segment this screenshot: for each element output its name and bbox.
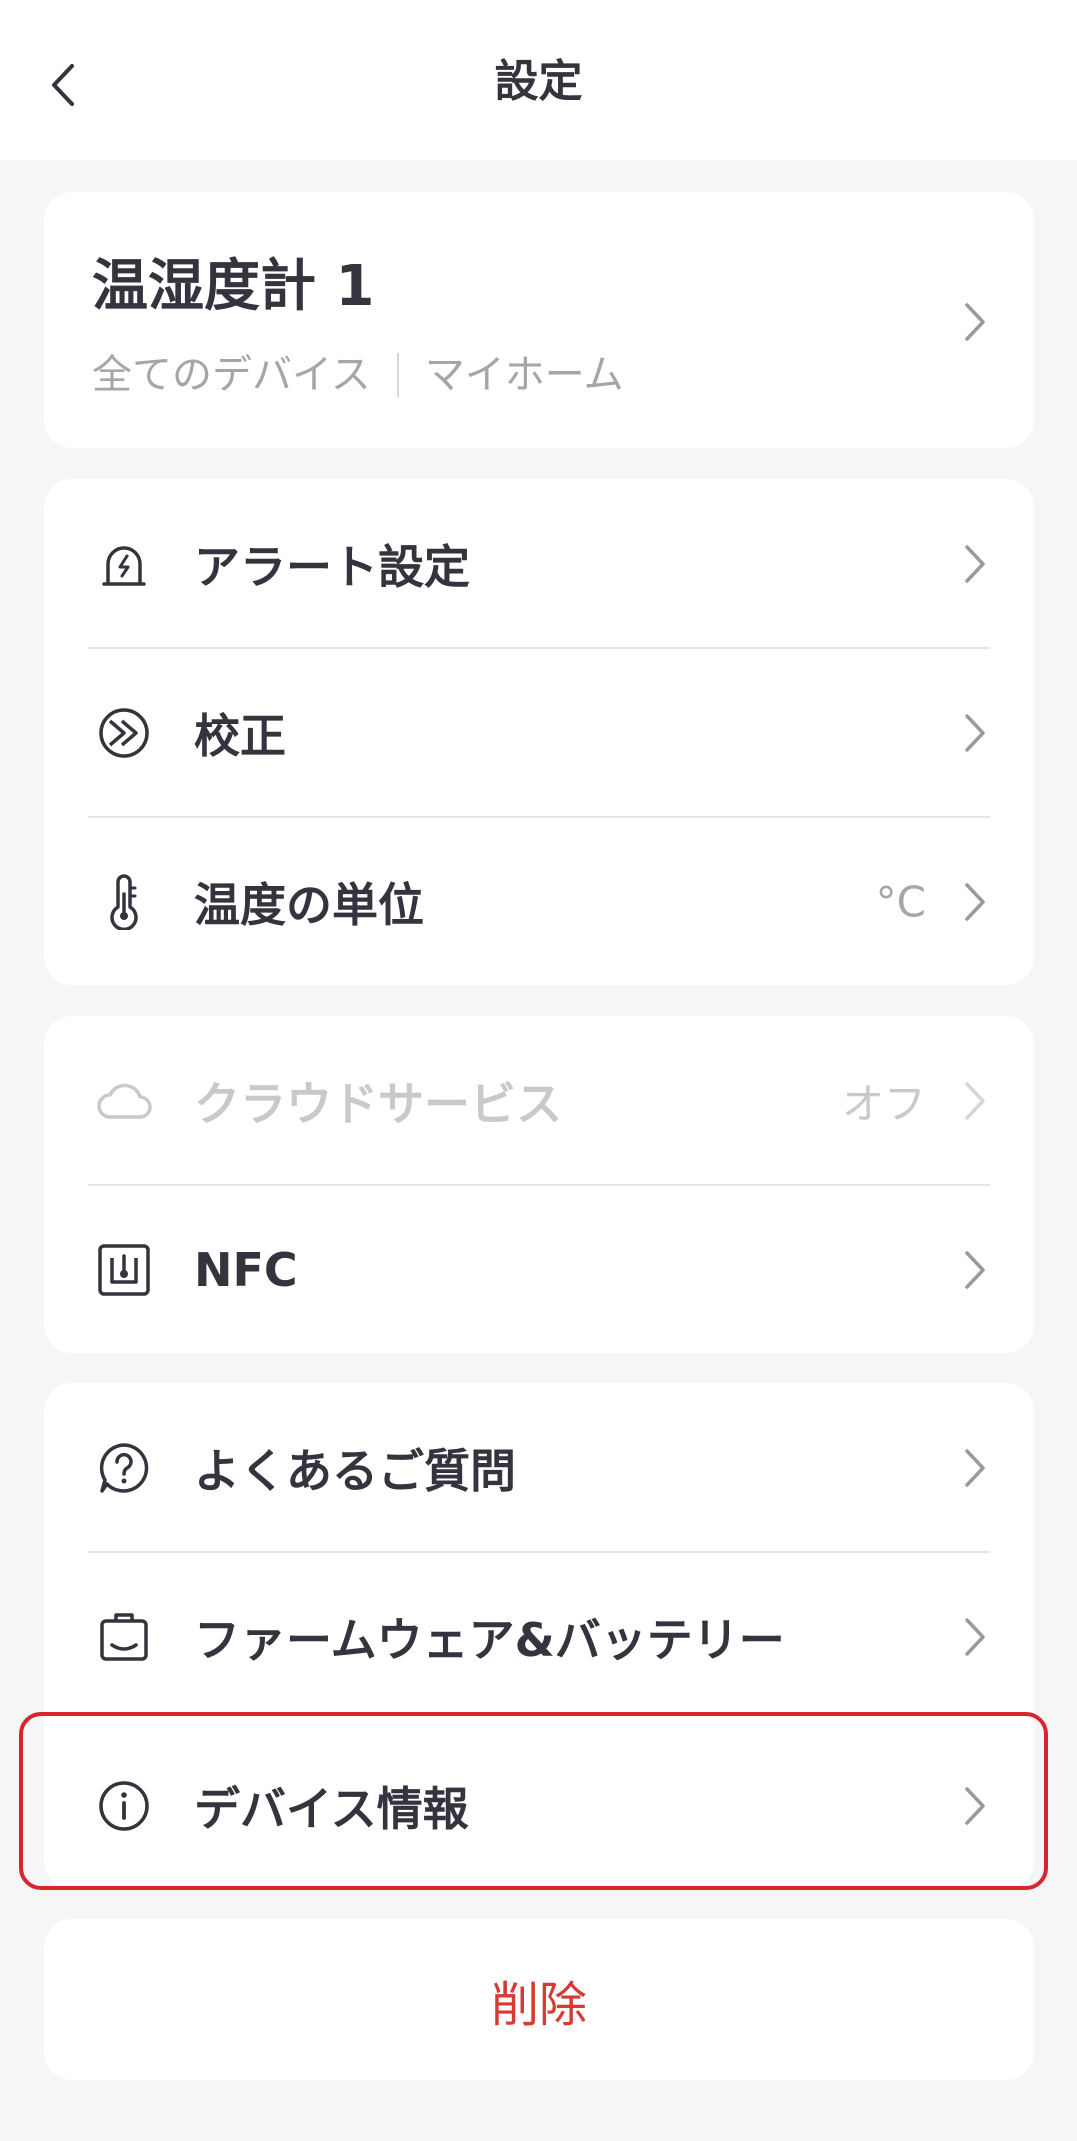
chevron-right-icon [960,1245,990,1295]
cloud-service-label: クラウドサービス [194,1076,562,1131]
cloud-service-row[interactable]: クラウドサービス オフ [44,1016,1034,1185]
highlight-box [19,1712,1048,1890]
calibration-row[interactable]: 校正 [44,648,1034,817]
device-card[interactable]: 温湿度計 1 全てのデバイス マイホーム [44,192,1034,448]
services-card: クラウドサービス オフ NFC [44,1016,1034,1353]
faq-row[interactable]: よくあるご質問 [44,1383,1034,1552]
device-home: マイホーム [424,352,624,398]
chevron-right-icon [960,1076,990,1126]
thermometer-icon [94,872,154,932]
alert-settings-row[interactable]: アラート設定 [44,479,1034,648]
temperature-unit-value: °C [875,877,926,926]
help-icon [94,1438,154,1498]
firmware-icon [94,1607,154,1667]
temperature-unit-label: 温度の単位 [194,877,424,932]
firmware-battery-row[interactable]: ファームウェア&バッテリー [44,1552,1034,1721]
chevron-right-icon [960,1612,990,1662]
cloud-icon [94,1071,154,1131]
separator [396,353,399,397]
chevron-right-icon [960,877,990,927]
delete-label: 削除 [490,1976,587,2033]
page-title: 設定 [494,56,583,107]
chevron-right-icon [960,297,990,347]
calibration-icon [94,703,154,763]
device-name: 温湿度計 1 [92,254,375,319]
nfc-row[interactable]: NFC [44,1185,1034,1354]
temperature-unit-row[interactable]: 温度の単位 °C [44,817,1034,986]
top-bar: 設定 [0,0,1077,160]
nfc-label: NFC [194,1242,298,1297]
chevron-right-icon [960,539,990,589]
chevron-right-icon [960,708,990,758]
settings-card: アラート設定 校正 温度の単位 °C [44,479,1034,985]
alarm-bell-icon [94,534,154,594]
nfc-icon [94,1240,154,1300]
delete-button[interactable]: 削除 [44,1919,1034,2080]
device-group: 全てのデバイス [92,352,371,398]
firmware-battery-label: ファームウェア&バッテリー [194,1612,785,1667]
alert-settings-label: アラート設定 [194,539,470,594]
cloud-service-value: オフ [841,1079,926,1128]
calibration-label: 校正 [194,708,286,763]
device-location: 全てのデバイス マイホーム [92,350,624,400]
chevron-right-icon [960,1443,990,1493]
faq-label: よくあるご質問 [194,1443,516,1498]
